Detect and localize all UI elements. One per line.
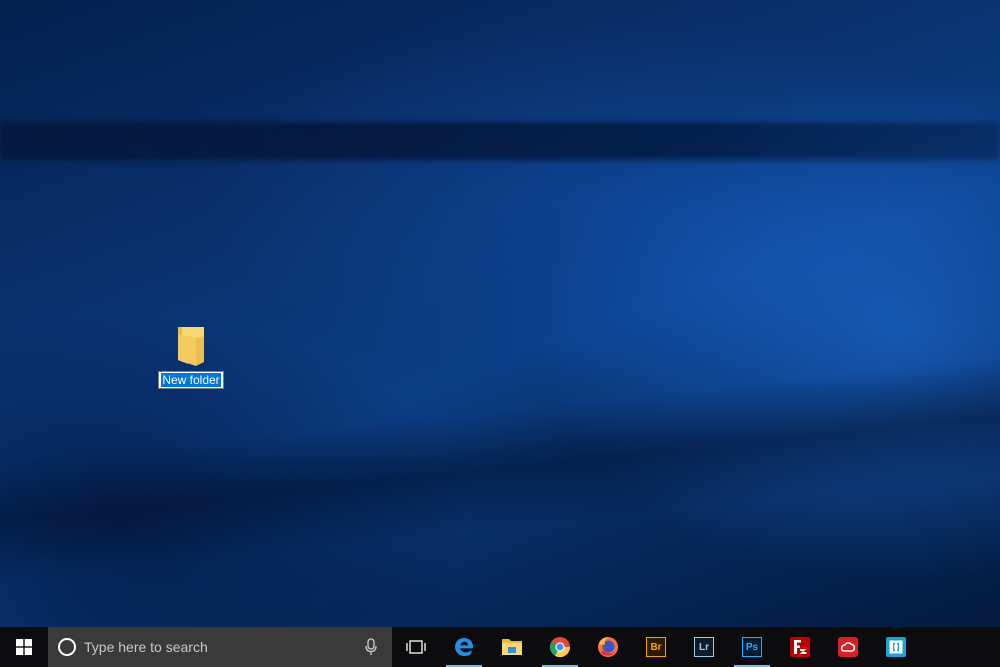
taskbar-app-filezilla[interactable] [776, 627, 824, 667]
file-explorer-icon [502, 639, 522, 655]
windows-logo-icon [16, 639, 32, 655]
search-placeholder: Type here to search [84, 639, 208, 655]
task-view-icon [406, 640, 426, 654]
search-box[interactable]: Type here to search [48, 627, 392, 667]
taskbar-app-creative-cloud[interactable] [824, 627, 872, 667]
folder-icon [178, 327, 204, 366]
taskbar-app-lightroom[interactable]: Lr [680, 627, 728, 667]
taskbar-app-file-explorer[interactable] [488, 627, 536, 667]
creative-cloud-icon [838, 637, 858, 657]
wallpaper-beam [0, 122, 1000, 160]
taskbar: Type here to search Br Lr Ps [0, 627, 1000, 667]
desktop[interactable]: New folder [0, 0, 1000, 627]
desktop-icon-new-folder[interactable]: New folder [154, 324, 228, 389]
folder-rename-field[interactable]: New folder [158, 371, 224, 389]
taskbar-app-firefox[interactable] [584, 627, 632, 667]
bridge-icon: Br [646, 637, 666, 657]
start-button[interactable] [0, 627, 48, 667]
taskbar-app-photoshop[interactable]: Ps [728, 627, 776, 667]
filezilla-icon [790, 637, 810, 657]
taskbar-app-remote[interactable] [872, 627, 920, 667]
taskbar-app-bridge[interactable]: Br [632, 627, 680, 667]
microphone-button[interactable] [356, 627, 386, 667]
edge-icon [455, 638, 473, 656]
lightroom-icon: Lr [694, 637, 714, 657]
cortana-icon[interactable] [58, 638, 76, 656]
photoshop-icon: Ps [742, 637, 762, 657]
folder-name-text: New folder [161, 373, 221, 387]
bracket-app-icon [886, 637, 906, 657]
microphone-icon [365, 638, 377, 655]
firefox-icon [598, 637, 618, 657]
task-view-button[interactable] [392, 627, 440, 667]
chrome-icon [549, 637, 571, 658]
taskbar-app-edge[interactable] [440, 627, 488, 667]
taskbar-app-chrome[interactable] [536, 627, 584, 667]
